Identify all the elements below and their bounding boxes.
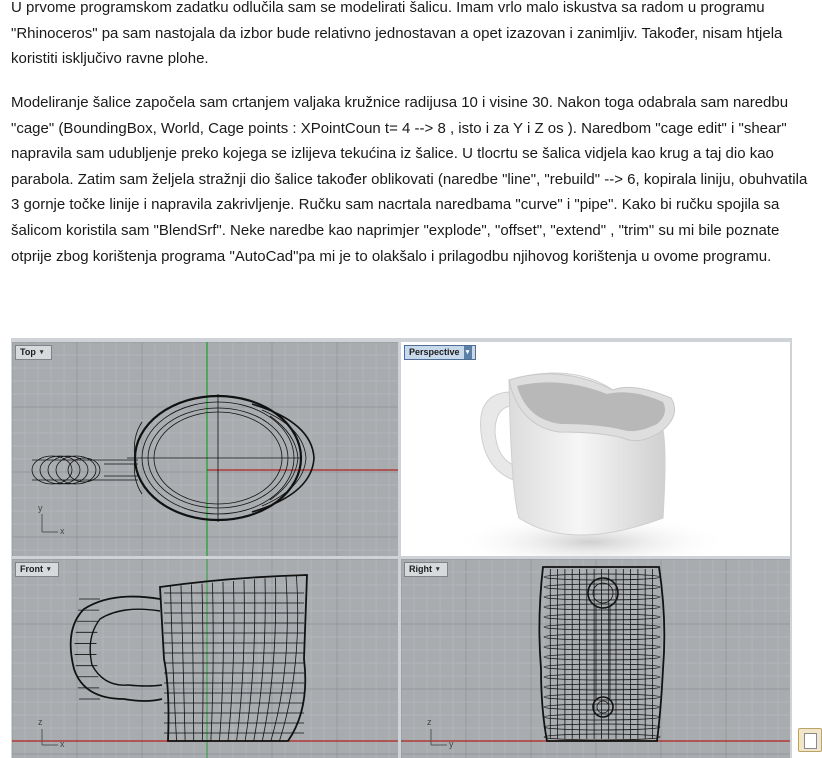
rhino-screenshot: y x Top ▾ Perspective ▾ z x Front ▾ z y …	[11, 338, 792, 758]
top-axis-y-label: y	[38, 503, 43, 513]
viewport-title-top[interactable]: Top ▾	[15, 345, 52, 360]
viewport-menu-arrow-icon[interactable]: ▾	[47, 563, 55, 576]
viewport-perspective[interactable]: Perspective ▾	[401, 342, 790, 556]
viewport-label-top: Top	[20, 347, 36, 357]
front-axis-z-label: z	[38, 717, 43, 727]
viewport-menu-arrow-icon[interactable]: ▾	[40, 346, 48, 359]
top-axis-x-label: x	[60, 526, 65, 536]
viewport-title-front[interactable]: Front ▾	[15, 562, 59, 577]
right-axis-z-label: z	[427, 717, 432, 727]
viewport-label-right: Right	[409, 564, 432, 574]
paste-options-icon[interactable]	[798, 728, 822, 752]
top-view-drawing	[12, 342, 398, 556]
viewport-menu-arrow-icon[interactable]: ▾	[463, 346, 472, 359]
viewport-label-front: Front	[20, 564, 43, 574]
intro-paragraph: U prvome programskom zadatku odlučila sa…	[11, 0, 783, 68]
perspective-render	[451, 372, 731, 556]
viewport-front[interactable]: z x Front ▾	[12, 559, 398, 758]
front-view-drawing	[12, 559, 398, 758]
viewport-top[interactable]: y x Top ▾	[12, 342, 398, 556]
modeling-paragraph: Modeliranje šalice započela sam crtanjem…	[11, 94, 808, 265]
viewport-menu-arrow-icon[interactable]: ▾	[436, 563, 444, 576]
right-view-drawing	[401, 559, 790, 758]
viewport-label-perspective: Perspective	[409, 347, 460, 357]
viewport-right[interactable]: z y Right ▾	[401, 559, 790, 758]
viewport-title-right[interactable]: Right ▾	[404, 562, 448, 577]
viewport-title-perspective[interactable]: Perspective ▾	[404, 345, 476, 360]
